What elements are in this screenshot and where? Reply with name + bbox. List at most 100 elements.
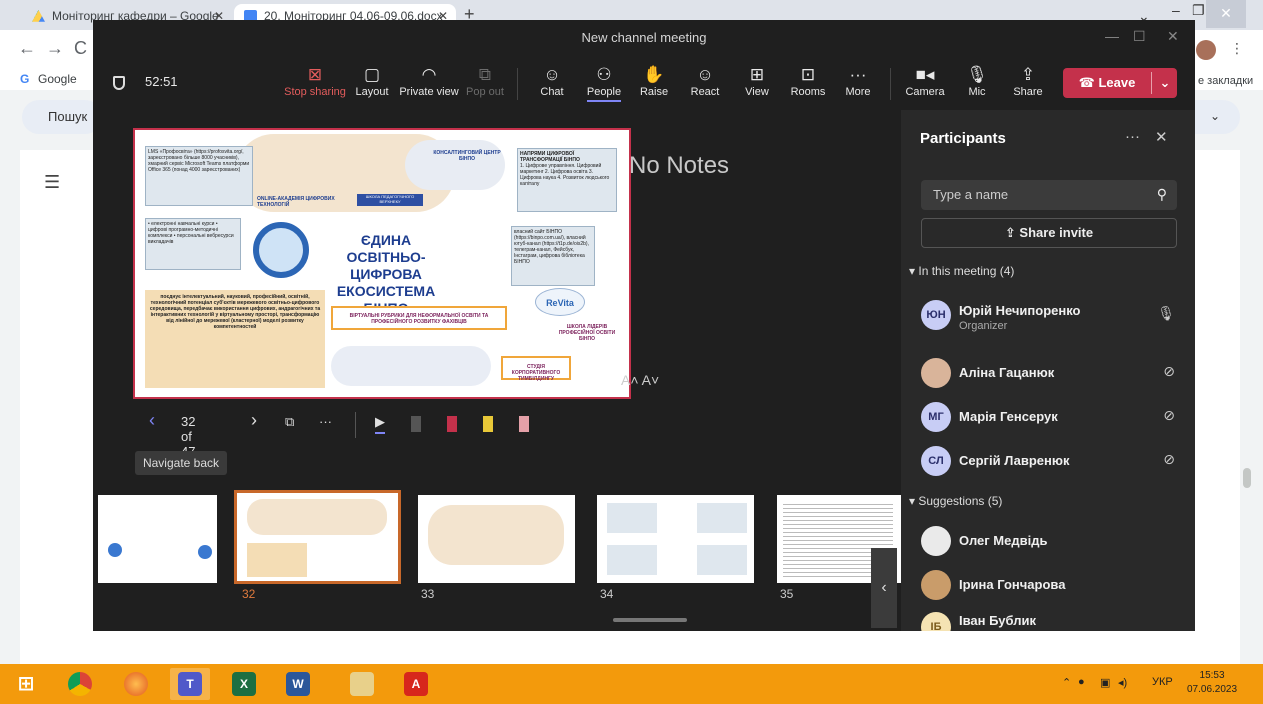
close-icon[interactable]: ✕ — [1206, 0, 1246, 28]
participant-name: Іван Бублик — [959, 613, 1036, 628]
slide-grid-icon[interactable]: ⧉ — [285, 414, 294, 430]
people-button[interactable]: ⚇ People — [576, 64, 632, 102]
firefox-app[interactable] — [116, 668, 156, 700]
close-icon[interactable]: ✕ — [1155, 128, 1168, 146]
start-button[interactable]: ⊞ — [6, 668, 46, 700]
suggestion-row[interactable]: Олег Медвідь — [921, 524, 1181, 558]
tooltip: Navigate back — [135, 451, 227, 475]
search-placeholder: Type a name — [933, 187, 1009, 202]
clock-date: 07.06.2023 — [1187, 684, 1238, 695]
chevron-down-icon[interactable]: ⌄ — [1155, 68, 1175, 98]
slide-courses-box: • електронні навчальні курси • цифрові п… — [145, 218, 241, 270]
docs-toolbar-chevron[interactable]: ⌄ — [1190, 100, 1240, 134]
red-pen-icon[interactable] — [447, 416, 457, 432]
mic-button[interactable]: 🎙 Mic — [949, 64, 1005, 98]
explorer-app[interactable] — [342, 668, 382, 700]
minimize-icon[interactable]: – — [1172, 2, 1180, 18]
network-icon[interactable]: ▣ — [1100, 676, 1110, 689]
view-button[interactable]: ⊞ View — [729, 64, 785, 98]
update-icon[interactable]: ● — [1078, 676, 1085, 688]
slide-leaders-label: ШКОЛА ЛІДЕРІВ ПРОФЕСІЙНОЇ ОСВІТИ БІНПО — [558, 324, 616, 342]
bookmark-google[interactable]: Google — [38, 72, 77, 86]
chevron-right-icon[interactable]: › — [251, 410, 257, 431]
chrome-icon — [68, 672, 92, 696]
back-icon[interactable]: ← — [18, 38, 36, 59]
slide-thumbnail[interactable] — [98, 495, 217, 583]
teams-app[interactable]: T — [170, 668, 210, 700]
participant-name: Аліна Гацанюк — [959, 365, 1055, 380]
vertical-ruler — [0, 150, 16, 664]
camera-button[interactable]: ■◂ Camera — [897, 64, 953, 98]
participant-search-input[interactable]: Type a name ⚲ — [921, 180, 1177, 210]
participant-role: Organizer — [959, 320, 1008, 332]
panel-title: Participants — [920, 130, 1006, 147]
tray-expand-icon[interactable]: ⌃ — [1062, 676, 1071, 689]
participant-row[interactable]: Аліна Гацанюк ⊘ — [921, 356, 1181, 390]
notes-font-size-buttons[interactable]: A˄ A˅ — [621, 372, 659, 388]
stop-sharing-button[interactable]: ⊠ Stop sharing — [283, 64, 347, 98]
raise-hand-button[interactable]: ✋ Raise — [626, 64, 682, 98]
chevron-left-icon[interactable]: ‹ — [149, 410, 155, 431]
chevron-left-icon[interactable]: ‹ — [871, 548, 897, 628]
slide-thumbnail-selected[interactable] — [234, 490, 401, 584]
maximize-icon[interactable]: ☐ — [1133, 28, 1146, 45]
private-view-button[interactable]: ◠ Private view — [399, 64, 459, 98]
react-button[interactable]: ☺ React — [677, 64, 733, 98]
scrollbar[interactable] — [1243, 468, 1251, 488]
leave-button[interactable]: ☎ Leave ⌄ — [1063, 68, 1177, 98]
clock-time: 15:53 — [1199, 670, 1225, 681]
layout-button[interactable]: ▢ Layout — [344, 64, 400, 98]
thumbnail-number: 34 — [600, 587, 614, 601]
more-button[interactable]: ··· More — [830, 64, 886, 98]
volume-icon[interactable]: ◂) — [1118, 676, 1127, 689]
chat-button[interactable]: ☺ Chat — [524, 64, 580, 98]
share-button[interactable]: ⇪ Share — [1000, 64, 1056, 98]
more-dots-icon[interactable]: ··· — [1125, 128, 1140, 145]
acrobat-app[interactable]: A — [396, 668, 436, 700]
rooms-button[interactable]: ⊡ Rooms — [780, 64, 836, 98]
forward-icon[interactable]: → — [46, 38, 64, 59]
close-icon[interactable]: ✕ — [1167, 28, 1179, 45]
mic-off-icon: ⊘ — [1163, 363, 1175, 379]
share-invite-button[interactable]: ⇪ Share invite — [921, 218, 1177, 248]
slide-academy-label: ONLINE-АКАДЕМІЯ ЦИФРОВИХ ТЕХНОЛОГІЙ — [257, 196, 335, 208]
minimize-icon[interactable]: — — [1105, 28, 1119, 44]
taskbar-clock[interactable]: 15:53 07.06.2023 — [1187, 669, 1237, 697]
bookmarks-other[interactable]: е закладки — [1198, 75, 1253, 87]
excel-app[interactable]: X — [224, 668, 264, 700]
participant-row[interactable]: ЮН Юрій Нечипоренко Organizer 🎙 — [921, 298, 1181, 332]
mic-icon: 🎙 — [966, 65, 988, 84]
eraser-icon[interactable] — [519, 416, 529, 432]
pop-out-button[interactable]: ⧉ Pop out — [457, 64, 513, 98]
suggestion-row[interactable]: Ірина Гончарова — [921, 568, 1181, 602]
slide-thumbnail[interactable] — [418, 495, 575, 583]
language-indicator[interactable]: УКР — [1152, 676, 1173, 688]
section-suggestions[interactable]: ▾ Suggestions (5) — [909, 494, 1002, 508]
outline-icon[interactable]: ☰ — [44, 172, 60, 193]
menu-dots-icon[interactable]: ⋮ — [1230, 40, 1244, 57]
pointer-icon[interactable]: ▶ — [375, 414, 385, 434]
docs-search[interactable]: Пошук — [22, 100, 102, 134]
pen-icon[interactable] — [411, 416, 421, 432]
slide-virtual-label: ВІРТУАЛЬНІ РУБРИКИ ДЛЯ НЕФОРМАЛЬНОЇ ОСВІ… — [331, 306, 507, 330]
participant-row[interactable]: СЛ Сергій Лавренюк ⊘ — [921, 444, 1181, 478]
section-in-meeting[interactable]: ▾ In this meeting (4) — [909, 264, 1014, 278]
meeting-toolbar: 52:51 ⊠ Stop sharing ▢ Layout ◠ Private … — [93, 54, 1195, 110]
google-drive-icon — [32, 10, 45, 22]
highlighter-icon[interactable] — [483, 416, 493, 432]
word-app[interactable]: W — [278, 668, 318, 700]
chrome-app[interactable] — [60, 668, 100, 700]
more-dots-icon[interactable]: ··· — [319, 414, 332, 429]
restore-icon[interactable]: ❐ — [1192, 2, 1205, 19]
suggestion-row[interactable]: ІБ Іван Бублик — [921, 610, 1181, 631]
slide-thumbnail[interactable] — [597, 495, 754, 583]
share-icon: ⇪ — [1004, 225, 1020, 240]
share-invite-label: Share invite — [1019, 225, 1094, 240]
thumbnail-scrollbar[interactable] — [613, 618, 687, 622]
reload-icon[interactable]: C — [74, 38, 87, 59]
participant-row[interactable]: МГ Марія Генсерук ⊘ — [921, 400, 1181, 434]
meeting-timer: 52:51 — [145, 74, 178, 89]
slide-directions-list: 1. Цифрове управління. Цифровий маркетин… — [520, 163, 610, 187]
chevron-down-icon: ▾ — [909, 494, 919, 508]
avatar[interactable] — [1196, 40, 1216, 60]
